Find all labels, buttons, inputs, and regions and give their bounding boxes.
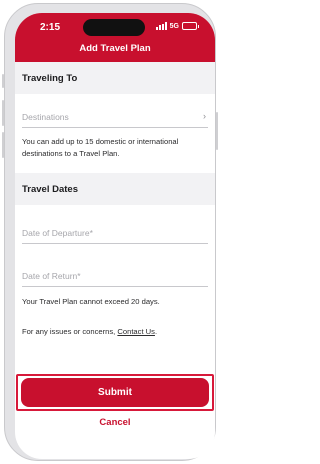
return-date-field[interactable]: Date of Return* xyxy=(22,267,208,287)
battery-icon xyxy=(182,22,199,30)
chevron-right-icon: › xyxy=(203,111,206,121)
mute-switch xyxy=(2,74,4,88)
app-header: 2:15 5G Add Travel Plan xyxy=(15,13,215,62)
contact-prefix: For any issues or concerns, xyxy=(22,327,118,336)
network-label: 5G xyxy=(169,22,179,30)
traveling-to-heading: Traveling To xyxy=(22,73,78,84)
destinations-placeholder: Destinations xyxy=(22,112,69,122)
contact-us-link[interactable]: Contact Us xyxy=(117,327,155,336)
volume-up-button xyxy=(2,100,4,126)
travel-limit-note: Your Travel Plan cannot exceed 20 days. xyxy=(22,297,160,306)
traveling-to-section-header: Traveling To xyxy=(15,62,215,94)
travel-dates-heading: Travel Dates xyxy=(22,184,78,195)
phone-frame: 2:15 5G Add Travel Plan Traveling To Des… xyxy=(2,3,218,461)
signal-icon xyxy=(155,22,167,30)
contact-note: For any issues or concerns, Contact Us. xyxy=(22,326,210,338)
submit-button[interactable]: Submit xyxy=(21,378,209,407)
power-button xyxy=(216,112,218,150)
travel-dates-section-header: Travel Dates xyxy=(15,173,215,205)
status-icons: 5G xyxy=(155,22,199,30)
status-time: 2:15 xyxy=(40,22,61,33)
volume-down-button xyxy=(2,132,4,158)
departure-date-placeholder: Date of Departure* xyxy=(22,228,93,238)
page-title: Add Travel Plan xyxy=(79,43,151,54)
return-date-placeholder: Date of Return* xyxy=(22,271,81,281)
dynamic-island xyxy=(83,19,145,36)
departure-date-field[interactable]: Date of Departure* xyxy=(22,224,208,244)
contact-suffix: . xyxy=(154,327,158,336)
destinations-field[interactable]: Destinations › xyxy=(22,108,208,128)
screen: 2:15 5G Add Travel Plan Traveling To Des… xyxy=(15,13,215,459)
destinations-note: You can add up to 15 domestic or interna… xyxy=(22,137,179,158)
cancel-button[interactable]: Cancel xyxy=(15,417,215,428)
